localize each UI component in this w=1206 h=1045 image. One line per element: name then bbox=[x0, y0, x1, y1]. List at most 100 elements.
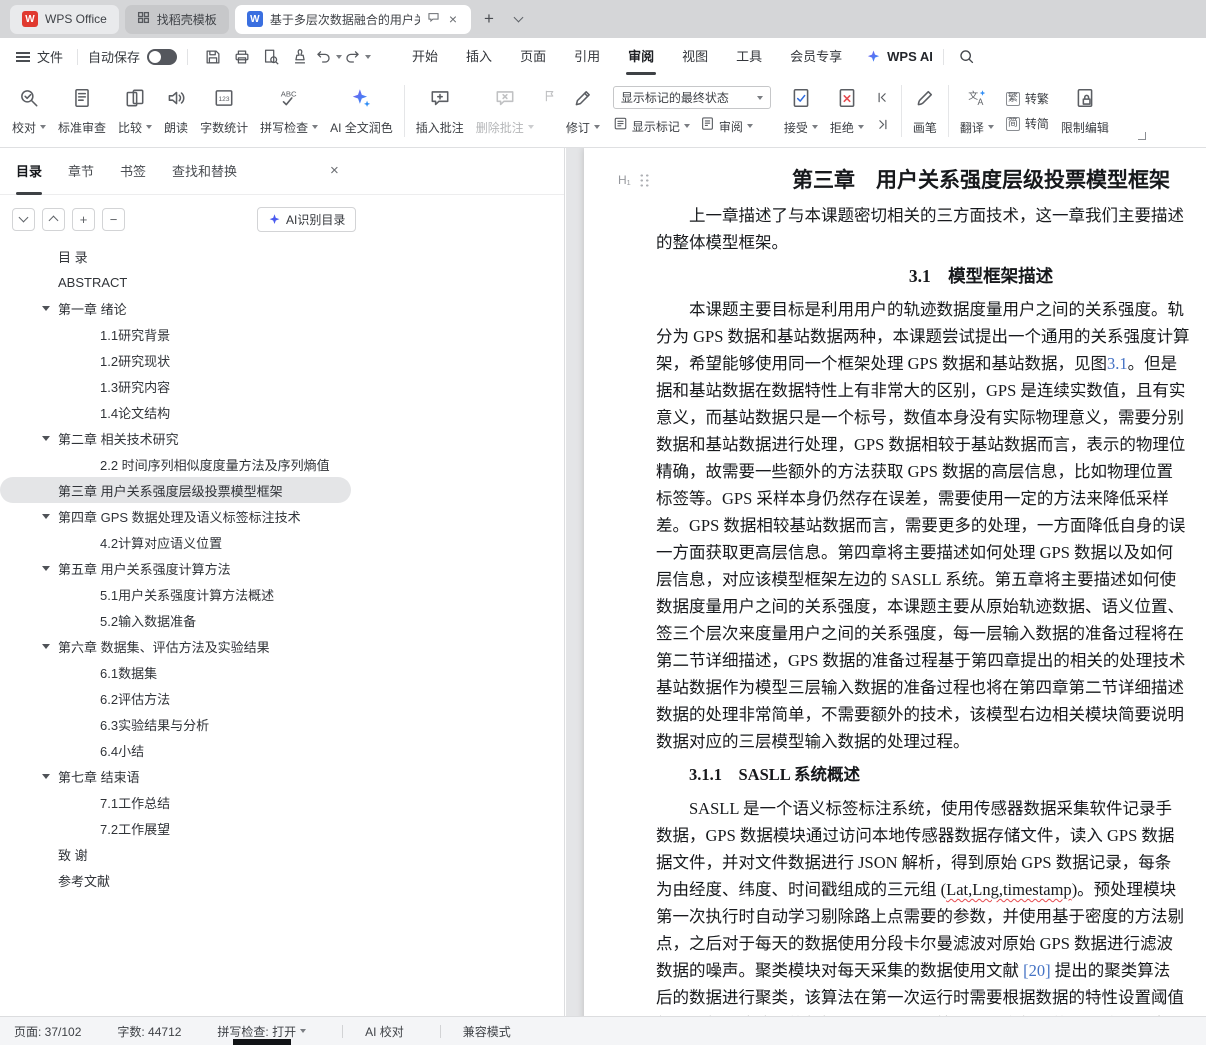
autosave-toggle[interactable] bbox=[147, 49, 177, 65]
redo-button[interactable] bbox=[344, 48, 371, 65]
toc-item[interactable]: 1.2研究现状 bbox=[0, 347, 351, 373]
tab-find-replace[interactable]: 查找和替换 bbox=[172, 148, 237, 195]
toc-item[interactable]: 第一章 绪论 bbox=[0, 295, 351, 321]
zoom-out-button[interactable]: − bbox=[102, 208, 125, 231]
markup-state-dropdown[interactable]: 显示标记的最终状态 bbox=[613, 86, 771, 109]
tab-page[interactable]: 页面 bbox=[506, 38, 560, 75]
cross-reference-link[interactable]: 3.1 bbox=[1107, 354, 1128, 373]
toc-item[interactable]: 第七章 结束语 bbox=[0, 763, 351, 789]
expand-triangle-icon[interactable] bbox=[42, 306, 50, 311]
tab-bookmarks[interactable]: 书签 bbox=[120, 148, 146, 195]
compare-button[interactable]: 比较 bbox=[112, 80, 158, 142]
tab-review[interactable]: 审阅 bbox=[614, 38, 668, 75]
toc-item[interactable]: 第六章 数据集、评估方法及实验结果 bbox=[0, 633, 351, 659]
close-tab-icon[interactable]: × bbox=[447, 11, 459, 27]
standard-review-button[interactable]: 标准审查 bbox=[52, 80, 112, 142]
track-changes-button[interactable]: 修订 bbox=[560, 80, 606, 142]
cross-reference-link[interactable]: [20] bbox=[1023, 961, 1051, 980]
toc-item[interactable]: 6.2评估方法 bbox=[0, 685, 351, 711]
ai-proofread-status[interactable]: AI 校对 bbox=[365, 1023, 404, 1040]
divider bbox=[901, 85, 902, 137]
wps-ai-button[interactable]: WPS AI bbox=[866, 49, 933, 64]
toc-item[interactable]: 第四章 GPS 数据处理及语义标签标注技术 bbox=[0, 503, 351, 529]
toc-item[interactable]: 参考文献 bbox=[0, 867, 351, 893]
text-run: 差。GPS 数据相较基站数据而言，需要更多的处理，一方面降低自身的误 bbox=[656, 516, 1185, 535]
tab-contents[interactable]: 目录 bbox=[16, 148, 42, 195]
toc-item[interactable]: 4.2计算对应语义位置 bbox=[0, 529, 351, 555]
toc-item[interactable]: 5.2输入数据准备 bbox=[0, 607, 351, 633]
undo-button[interactable] bbox=[315, 48, 342, 65]
tab-member[interactable]: 会员专享 bbox=[776, 38, 856, 75]
toc-item[interactable]: 1.3研究内容 bbox=[0, 373, 351, 399]
spell-check-button[interactable]: ABC 拼写检查 bbox=[254, 80, 324, 142]
tab-docer-templates[interactable]: 找稻壳模板 bbox=[125, 5, 229, 34]
toc-item[interactable]: 6.3实验结果与分析 bbox=[0, 711, 351, 737]
save-button[interactable] bbox=[199, 44, 226, 69]
zoom-in-button[interactable]: + bbox=[72, 208, 95, 231]
toc-item[interactable]: 致 谢 bbox=[0, 841, 351, 867]
toc-item[interactable]: 7.2工作展望 bbox=[0, 815, 351, 841]
toc-item[interactable]: 6.4小结 bbox=[0, 737, 351, 763]
expand-triangle-icon[interactable] bbox=[42, 644, 50, 649]
toc-item[interactable]: 第二章 相关技术研究 bbox=[0, 425, 351, 451]
translate-button[interactable]: 文A 翻译 bbox=[954, 80, 1000, 142]
search-icon[interactable] bbox=[954, 44, 980, 69]
next-change-icon[interactable] bbox=[873, 116, 893, 134]
show-markup-button[interactable]: 显示标记 bbox=[613, 116, 690, 136]
insert-comment-button[interactable]: 插入批注 bbox=[410, 80, 470, 142]
review-pane-button[interactable]: 审阅 bbox=[700, 116, 753, 136]
word-count-button[interactable]: 123 字数统计 bbox=[194, 80, 254, 142]
toc-item[interactable]: 第三章 用户关系强度层级投票模型框架 bbox=[0, 477, 351, 503]
dialog-launcher-icon[interactable] bbox=[1138, 132, 1146, 140]
restrict-editing-button[interactable]: 限制编辑 bbox=[1055, 80, 1115, 142]
close-pane-icon[interactable]: × bbox=[330, 162, 339, 179]
toc-item[interactable]: 1.4论文结构 bbox=[0, 399, 351, 425]
file-menu-button[interactable]: 文件 bbox=[12, 47, 67, 66]
print-button[interactable] bbox=[228, 44, 255, 69]
to-traditional-button[interactable]: 繁 转繁 bbox=[1006, 90, 1049, 107]
expand-triangle-icon[interactable] bbox=[42, 436, 50, 441]
spellcheck-status[interactable]: 拼写检查: 打开 bbox=[217, 1023, 306, 1040]
expand-triangle-icon[interactable] bbox=[42, 514, 50, 519]
document-page[interactable]: H₁ 第三章 用户关系强度层级投票模型框架 上一章描述了与本课题密切相关的三方面… bbox=[584, 148, 1206, 1016]
toc-item[interactable]: 2.2 时间序列相似度度量方法及序列熵值 bbox=[0, 451, 351, 477]
toc-item[interactable]: 第五章 用户关系强度计算方法 bbox=[0, 555, 351, 581]
collapse-all-button[interactable] bbox=[12, 208, 35, 231]
toc-item[interactable]: 7.1工作总结 bbox=[0, 789, 351, 815]
tab-references[interactable]: 引用 bbox=[560, 38, 614, 75]
toc-item[interactable]: 6.1数据集 bbox=[0, 659, 351, 685]
toc-item[interactable]: ABSTRACT bbox=[0, 269, 351, 295]
drag-handle-icon[interactable] bbox=[639, 172, 650, 187]
tab-chapters[interactable]: 章节 bbox=[68, 148, 94, 195]
page-indicator[interactable]: 页面: 37/102 bbox=[14, 1023, 81, 1040]
expand-all-button[interactable] bbox=[42, 208, 65, 231]
tab-list-button[interactable] bbox=[507, 8, 529, 30]
tab-insert[interactable]: 插入 bbox=[452, 38, 506, 75]
stamp-button[interactable] bbox=[286, 44, 313, 69]
tab-wps-office[interactable]: W WPS Office bbox=[10, 5, 119, 34]
tab-document[interactable]: W 基于多层次数据融合的用户关 × bbox=[235, 5, 471, 34]
ai-polish-button[interactable]: AI 全文润色 bbox=[324, 80, 399, 142]
toc-item[interactable]: 目 录 bbox=[0, 243, 351, 269]
toc-item[interactable]: 1.1研究背景 bbox=[0, 321, 351, 347]
reject-button[interactable]: 拒绝 bbox=[824, 80, 870, 142]
new-tab-button[interactable]: + bbox=[477, 7, 501, 31]
tab-view[interactable]: 视图 bbox=[668, 38, 722, 75]
expand-triangle-icon[interactable] bbox=[42, 566, 50, 571]
accept-button[interactable]: 接受 bbox=[778, 80, 824, 142]
ai-recognize-toc-button[interactable]: AI识别目录 bbox=[257, 207, 356, 232]
ink-brush-button[interactable]: 画笔 bbox=[907, 80, 943, 142]
redo-dropdown-caret[interactable] bbox=[365, 55, 371, 59]
print-preview-button[interactable] bbox=[257, 44, 284, 69]
previous-change-icon[interactable] bbox=[873, 89, 893, 107]
to-simplified-button[interactable]: 简 转简 bbox=[1006, 115, 1049, 132]
tab-home[interactable]: 开始 bbox=[398, 38, 452, 75]
tab-tools[interactable]: 工具 bbox=[722, 38, 776, 75]
undo-dropdown-caret[interactable] bbox=[336, 55, 342, 59]
word-count-indicator[interactable]: 字数: 44712 bbox=[117, 1023, 181, 1040]
heading-handle[interactable]: H₁ bbox=[618, 172, 650, 187]
read-aloud-button[interactable]: 朗读 bbox=[158, 80, 194, 142]
expand-triangle-icon[interactable] bbox=[42, 774, 50, 779]
toc-item[interactable]: 5.1用户关系强度计算方法概述 bbox=[0, 581, 351, 607]
proofread-button[interactable]: 校对 bbox=[6, 80, 52, 142]
